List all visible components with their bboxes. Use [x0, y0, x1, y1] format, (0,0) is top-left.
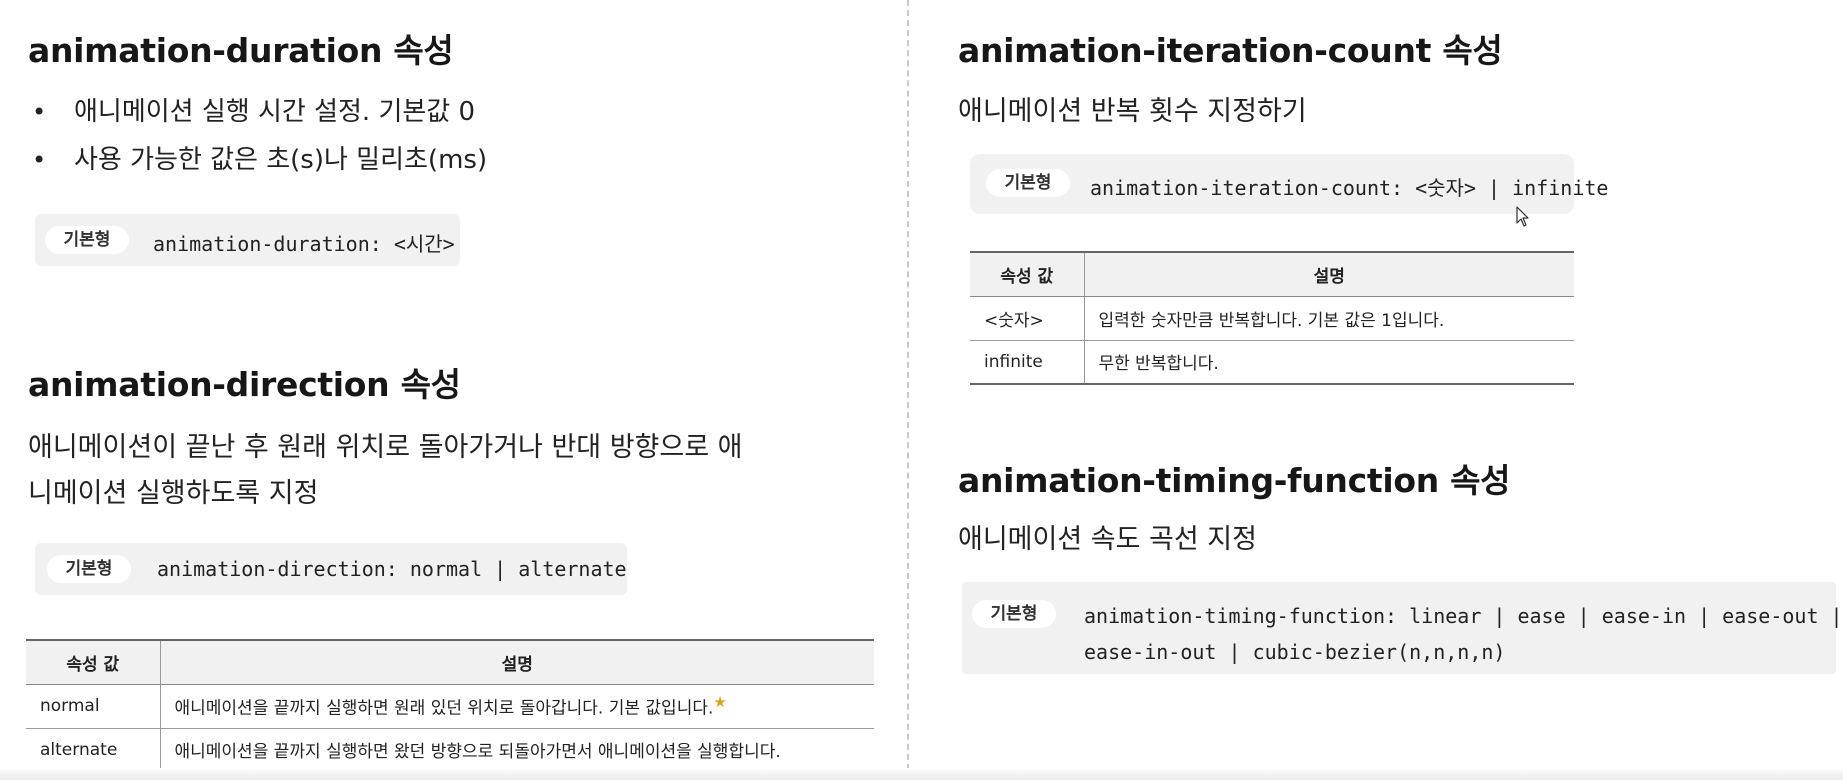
table-cell-text: 애니메이션을 끝까지 실행하면 원래 있던 위치로 돌아갑니다. 기본 값입니다…: [174, 698, 714, 719]
iteration-values-table: 속성 값 설명 <숫자> 입력한 숫자만큼 반복합니다. 기본 값은 1입니다.…: [970, 251, 1574, 385]
duration-bullet-list: 애니메이션 실행 시간 설정. 기본값 0 사용 가능한 값은 초(s)나 밀리…: [28, 88, 487, 184]
timing-description: 애니메이션 속도 곡선 지정: [958, 524, 1257, 555]
table-header: 설명: [159, 639, 874, 685]
duration-title: animation-duration 속성: [28, 31, 454, 70]
table-cell: <숫자>: [970, 296, 1084, 341]
table-row: infinite 무한 반복합니다.: [970, 340, 1574, 385]
table-cell: 애니메이션을 끝까지 실행하면 왔던 방향으로 되돌아가면서 애니메이션을 실행…: [159, 728, 874, 773]
table-header-row: 속성 값 설명: [970, 251, 1574, 297]
direction-description-line1: 애니메이션이 끝난 후 원래 위치로 돌아가거나 반대 방향으로 애: [28, 432, 743, 463]
direction-description-line2: 니메이션 실행하도록 지정: [28, 478, 319, 509]
syntax-tag: 기본형: [47, 555, 131, 583]
iteration-description: 애니메이션 반복 횟수 지정하기: [958, 96, 1307, 127]
list-item: 애니메이션 실행 시간 설정. 기본값 0: [28, 88, 487, 136]
syntax-tag: 기본형: [986, 169, 1070, 197]
syntax-code: animation-direction: normal | alternate: [157, 557, 627, 581]
direction-syntax-box: 기본형 animation-direction: normal | altern…: [35, 543, 627, 595]
direction-values-table: 속성 값 설명 normal 애니메이션을 끝까지 실행하면 원래 있던 위치로…: [26, 639, 874, 773]
star-icon: ★: [713, 693, 727, 712]
table-cell: 무한 반복합니다.: [1083, 340, 1574, 385]
timing-syntax-box: 기본형 animation-timing-function: linear | …: [962, 582, 1843, 674]
column-divider: [907, 0, 909, 780]
table-header: 설명: [1083, 251, 1574, 297]
table-header-row: 속성 값 설명: [26, 639, 874, 685]
iteration-title: animation-iteration-count 속성: [958, 31, 1503, 70]
syntax-code-line1: animation-timing-function: linear | ease…: [1084, 604, 1843, 628]
syntax-tag: 기본형: [45, 226, 129, 254]
direction-title: animation-direction 속성: [28, 365, 461, 404]
table-header: 속성 값: [970, 251, 1084, 297]
table-cell: infinite: [970, 340, 1084, 385]
syntax-tag: 기본형: [972, 600, 1056, 628]
iteration-syntax-box: 기본형 animation-iteration-count: <숫자> | in…: [970, 154, 1608, 214]
table-row: normal 애니메이션을 끝까지 실행하면 원래 있던 위치로 돌아갑니다. …: [26, 684, 874, 729]
table-cell: 입력한 숫자만큼 반복합니다. 기본 값은 1입니다.: [1083, 296, 1574, 341]
table-header: 속성 값: [26, 639, 160, 685]
syntax-code-line2: ease-in-out | cubic-bezier(n,n,n,n): [1084, 640, 1506, 664]
mouse-pointer-icon: [1516, 206, 1529, 227]
table-cell: 애니메이션을 끝까지 실행하면 원래 있던 위치로 돌아갑니다. 기본 값입니다…: [159, 684, 874, 729]
table-cell: alternate: [26, 728, 160, 773]
list-item: 사용 가능한 값은 초(s)나 밀리초(ms): [28, 136, 487, 184]
syntax-code: animation-duration: <시간>: [153, 232, 455, 256]
duration-syntax-box: 기본형 animation-duration: <시간>: [35, 214, 460, 266]
table-row: alternate 애니메이션을 끝까지 실행하면 왔던 방향으로 되돌아가면서…: [26, 728, 874, 773]
table-row: <숫자> 입력한 숫자만큼 반복합니다. 기본 값은 1입니다.: [970, 296, 1574, 341]
table-cell: normal: [26, 684, 160, 729]
syntax-code: animation-iteration-count: <숫자> | infini…: [1090, 176, 1609, 200]
timing-title: animation-timing-function 속성: [958, 461, 1511, 500]
bottom-shade: [0, 768, 1843, 780]
